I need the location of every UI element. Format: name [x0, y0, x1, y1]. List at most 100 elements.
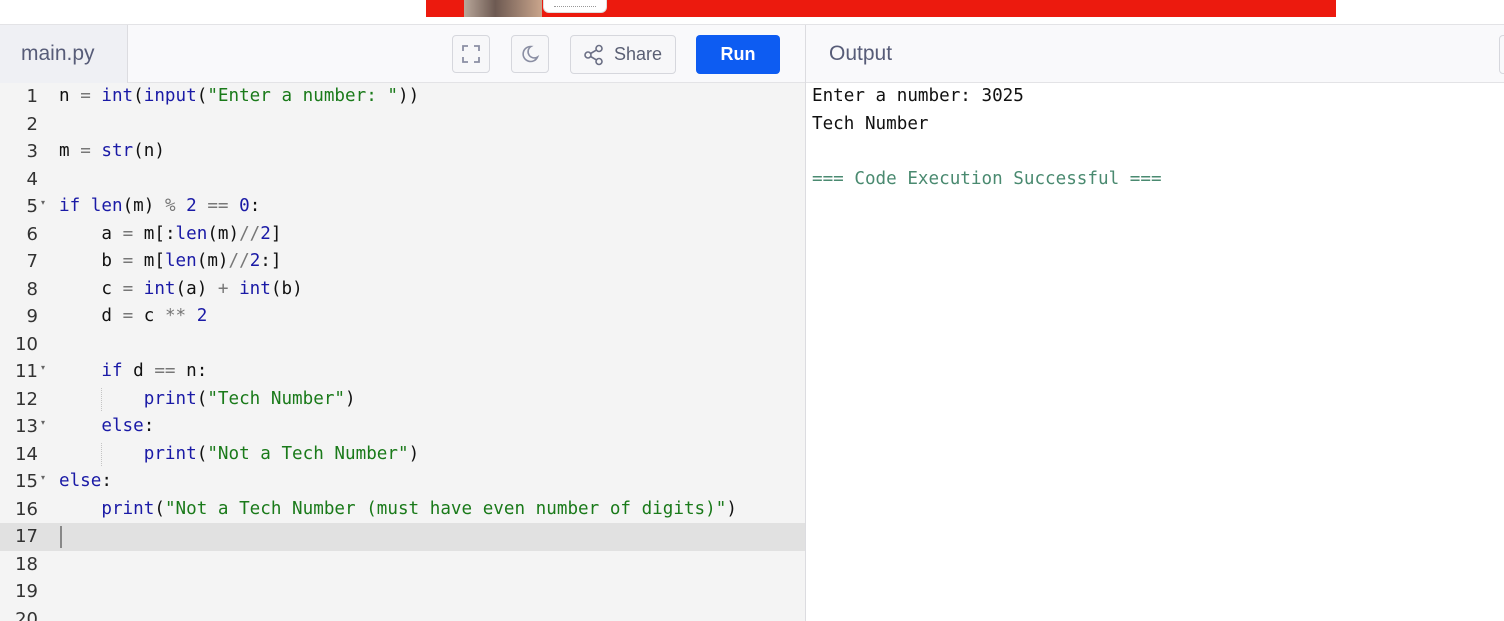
line-number: 18	[15, 553, 38, 575]
operator-token: =	[80, 86, 91, 106]
code-token: (	[154, 498, 165, 519]
code-token: c	[143, 306, 155, 326]
line-number: 15	[15, 471, 38, 492]
code-line[interactable]: 3 m = str(n)	[0, 138, 805, 166]
code-token: :	[101, 471, 112, 491]
code-line[interactable]: 7 b = m[len(m)//2:]	[0, 248, 805, 276]
code-line[interactable]: 17	[0, 523, 805, 551]
code-line[interactable]: 2	[0, 111, 805, 139]
line-number: 10	[15, 333, 38, 355]
clear-button[interactable]	[1499, 35, 1504, 74]
code-line[interactable]: 16 print("Not a Tech Number (must have e…	[0, 496, 805, 524]
ad-banner[interactable]	[426, 0, 1336, 17]
line-number: 20	[15, 608, 38, 621]
fold-arrow-icon[interactable]: ▾	[41, 418, 45, 427]
line-code: b = m[len(m)//2:]	[59, 251, 281, 271]
theme-toggle-button[interactable]	[511, 35, 549, 73]
line-number: 1	[26, 86, 38, 107]
line-number: 12	[15, 388, 38, 410]
code-line[interactable]: 4	[0, 166, 805, 194]
code-token: m	[143, 223, 155, 244]
output-title: Output	[829, 42, 893, 65]
execution-status: === Code Execution Successful ===	[812, 168, 1162, 189]
line-number: 3	[26, 141, 38, 162]
code-token: )	[228, 223, 240, 244]
code-editor[interactable]: 1n = int(input("Enter a number: ")) 2 3 m =…	[0, 83, 805, 621]
code-token: d	[133, 361, 144, 381]
code-token: ]	[270, 251, 282, 271]
line-code: if d == n:	[59, 361, 207, 381]
code-line[interactable]: 12 print("Tech Number")	[0, 386, 805, 414]
fullscreen-button[interactable]	[452, 35, 490, 73]
line-number: 16	[15, 498, 38, 520]
code-line[interactable]: 15 ▾ else:	[0, 468, 805, 496]
text-cursor	[60, 526, 62, 548]
code-token: n	[186, 361, 197, 381]
code-token: (	[175, 278, 187, 299]
code-token: ]	[270, 223, 282, 244]
code-line[interactable]: 8 c = int(a) + int(b)	[0, 276, 805, 304]
code-token: (	[196, 388, 208, 409]
share-label: Share	[614, 44, 663, 64]
fold-arrow-icon[interactable]: ▾	[41, 198, 45, 207]
operator-token: ==	[154, 361, 176, 381]
code-line[interactable]: 14 print("Not a Tech Number")	[0, 441, 805, 469]
keyword-token: len	[90, 196, 123, 216]
keyword-token: if	[59, 196, 81, 216]
operator-token: =	[122, 251, 134, 271]
output-line: Tech Number	[812, 113, 929, 134]
code-line[interactable]: 18	[0, 551, 805, 579]
share-button[interactable]: Share	[570, 35, 676, 74]
fold-arrow-icon[interactable]: ▾	[41, 363, 45, 372]
operator-token: +	[217, 278, 229, 299]
code-token: b	[101, 251, 112, 271]
keyword-token: else	[101, 416, 144, 436]
code-token: )	[345, 388, 356, 409]
code-token: (	[196, 443, 208, 464]
code-line[interactable]: 11 ▾ if d == n:	[0, 358, 805, 386]
keyword-token: int	[239, 278, 271, 299]
code-line[interactable]: 19	[0, 578, 805, 606]
file-tab[interactable]: main.py	[0, 25, 128, 84]
code-line[interactable]: 9 d = c ** 2	[0, 303, 805, 331]
keyword-token: len	[164, 251, 197, 271]
line-number: 6	[26, 223, 38, 245]
code-line[interactable]: 13 ▾ else:	[0, 413, 805, 441]
line-code: n = int(input("Enter a number: "))	[59, 86, 419, 106]
file-tab-label: main.py	[21, 42, 95, 65]
run-button[interactable]: Run	[696, 35, 780, 74]
code-token: [	[154, 223, 165, 244]
code-token: (	[122, 196, 134, 216]
code-line[interactable]: 20	[0, 606, 805, 621]
string-token: "Not a Tech Number (must have even numbe…	[164, 498, 727, 519]
fold-arrow-icon[interactable]: ▾	[41, 473, 45, 482]
operator-token: =	[122, 278, 134, 299]
line-number: 9	[26, 306, 38, 327]
line-number: 19	[15, 581, 38, 602]
code-line[interactable]: 5 ▾ if len(m) % 2 == 0:	[0, 193, 805, 221]
keyword-token: str	[101, 141, 134, 161]
code-token: (	[133, 86, 144, 106]
code-line[interactable]: 10	[0, 331, 805, 359]
code-line[interactable]: 1 n = int(input("Enter a number: "))	[0, 83, 805, 111]
code-line[interactable]: 6 a = m[:len(m)//2]	[0, 221, 805, 249]
editor-header: main.py Share Run Output	[0, 24, 1504, 84]
line-code: c = int(a) + int(b)	[59, 278, 302, 299]
operator-token: =	[122, 306, 134, 326]
keyword-token: print	[143, 388, 197, 409]
